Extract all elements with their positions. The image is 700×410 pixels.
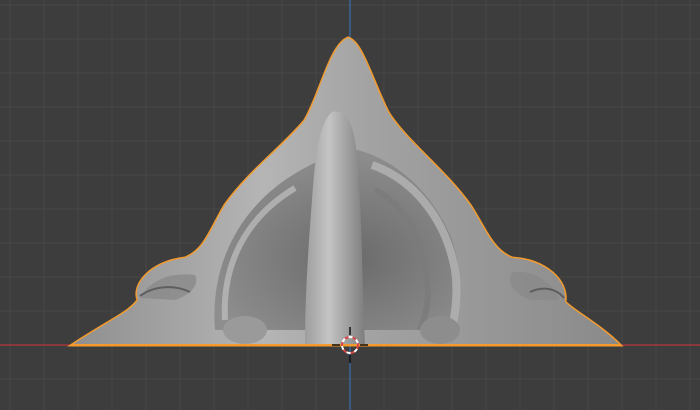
left-nub — [223, 316, 267, 344]
3d-viewport[interactable] — [0, 0, 700, 410]
selected-mesh-object[interactable] — [66, 36, 624, 347]
viewport-canvas[interactable] — [0, 0, 700, 410]
right-nub — [420, 316, 460, 344]
